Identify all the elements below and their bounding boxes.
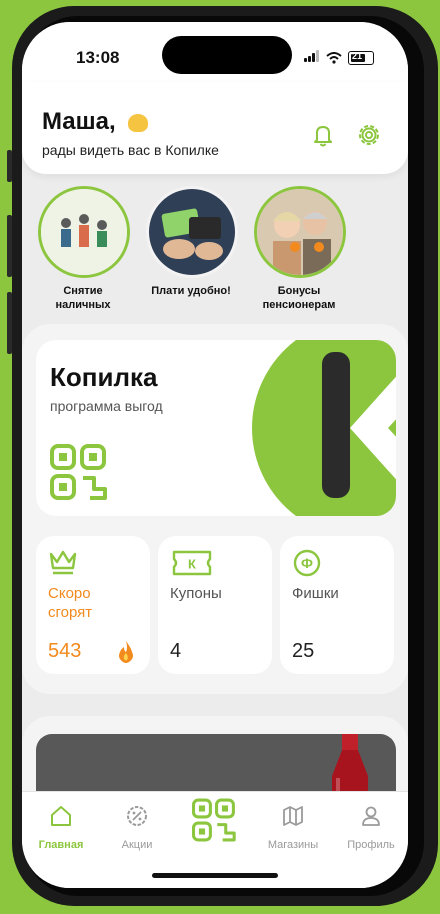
chips-label: Фишки xyxy=(292,585,339,602)
discount-badge-icon xyxy=(127,806,147,826)
tab-label: Профиль xyxy=(347,839,395,851)
tab-label: Акции xyxy=(121,839,153,851)
card-expiring-soon[interactable]: Скоро сгорят 543 xyxy=(36,536,150,674)
app-screen: 13:08 21 Маша, рады видеть вас в Копилке xyxy=(22,22,408,888)
tab-qr-scan[interactable] xyxy=(180,798,250,853)
home-icon xyxy=(51,806,71,826)
card-chips[interactable]: Ф Фишки 25 xyxy=(280,536,394,674)
crown-icon xyxy=(49,550,77,575)
story-label: Снятие наличных xyxy=(55,285,111,311)
kopilka-logo xyxy=(252,340,396,516)
tab-label: Магазины xyxy=(267,839,319,851)
status-time: 13:08 xyxy=(76,48,120,67)
dynamic-island xyxy=(162,36,292,74)
greeting-title: Маша, xyxy=(42,108,116,135)
bottom-tab-bar: Главная Акции Магазины Профиль xyxy=(22,791,408,888)
coupon-icon-letter: К xyxy=(188,557,196,572)
user-profile-icon xyxy=(362,806,380,826)
wifi-icon xyxy=(326,52,342,64)
tab-profile[interactable]: Профиль xyxy=(336,804,406,851)
qr-code-icon[interactable] xyxy=(50,444,110,500)
story-image xyxy=(146,186,238,278)
chip-icon-letter: Ф xyxy=(301,555,313,571)
coupons-label: Купоны xyxy=(170,585,222,602)
header: Маша, рады видеть вас в Копилке xyxy=(22,82,408,174)
tab-promotions[interactable]: Акции xyxy=(102,804,172,851)
loyalty-panel: Копилка программа выгод Скоро сгорят 543… xyxy=(22,324,408,694)
signal-icon xyxy=(304,49,320,67)
chip-coin-icon: Ф xyxy=(293,549,321,577)
stories-row: Снятие наличных Плати удобно! Бонусы пен… xyxy=(22,186,408,336)
story-label: Бонусы пенсионерам xyxy=(262,285,336,311)
greeting-subtitle: рады видеть вас в Копилке xyxy=(42,142,219,158)
story-pensioner-bonus[interactable]: Бонусы пенсионерам xyxy=(254,186,346,312)
qr-code-icon xyxy=(192,798,236,842)
kopilka-subtitle: программа выгод xyxy=(50,398,163,414)
kopilka-card[interactable]: Копилка программа выгод xyxy=(36,340,396,516)
story-pay-easily[interactable]: Плати удобно! xyxy=(146,186,238,298)
expiring-value: 543 xyxy=(48,640,82,662)
home-indicator[interactable] xyxy=(152,873,278,878)
map-icon xyxy=(283,806,303,826)
tab-home[interactable]: Главная xyxy=(26,804,96,851)
fire-icon xyxy=(119,641,133,663)
story-image xyxy=(254,186,346,278)
coupons-value: 4 xyxy=(170,640,182,662)
chips-value: 25 xyxy=(292,640,315,662)
settings-gear-icon[interactable] xyxy=(354,120,384,150)
expiring-label: Скоро сгорят xyxy=(48,585,93,621)
card-coupons[interactable]: К Купоны 4 xyxy=(158,536,272,674)
story-label: Плати удобно! xyxy=(151,285,231,297)
story-cash-withdrawal[interactable]: Снятие наличных xyxy=(38,186,130,312)
kopilka-title: Копилка xyxy=(50,362,158,392)
bell-icon[interactable] xyxy=(308,120,338,150)
story-image xyxy=(38,186,130,278)
tab-label: Главная xyxy=(38,839,84,851)
battery-level: 21 xyxy=(352,51,363,61)
waving-hand-icon xyxy=(128,113,149,132)
tab-stores[interactable]: Магазины xyxy=(258,804,328,851)
status-bar: 13:08 21 xyxy=(22,22,408,82)
coupon-ticket-icon: К xyxy=(172,550,212,576)
battery-icon: 21 xyxy=(348,51,374,65)
